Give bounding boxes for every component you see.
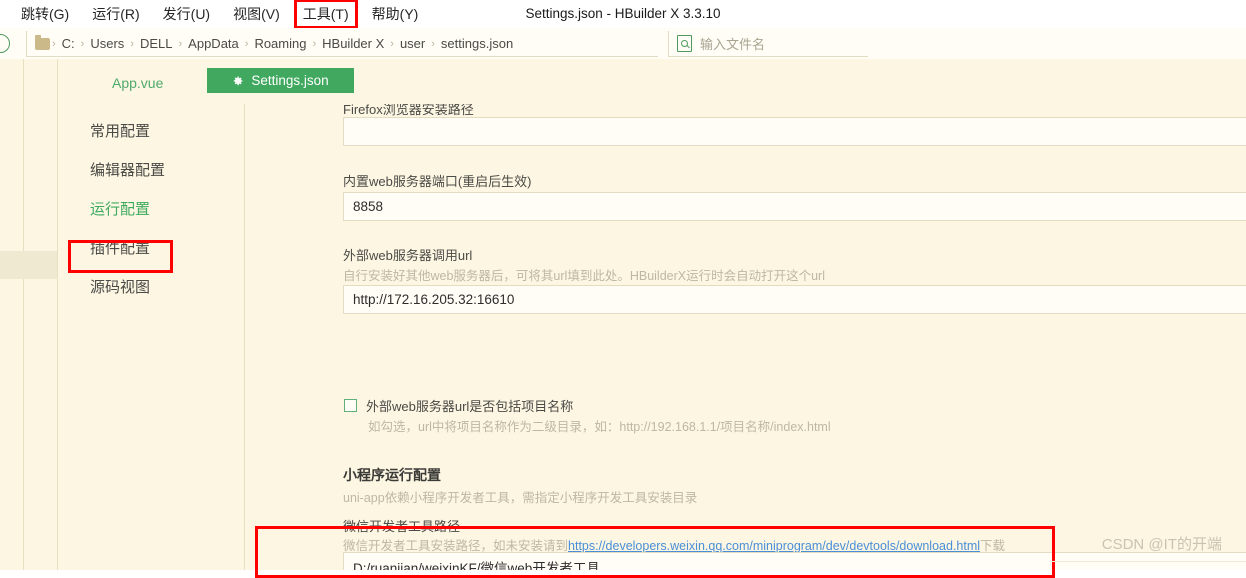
include-project-name-label: 外部web服务器url是否包括项目名称 <box>366 399 574 414</box>
menu-item-goto[interactable]: 跳转(G) <box>14 1 76 27</box>
settings-panel: App.vue Settings.json 常用配置 编辑器配置 运行配置 插件… <box>58 59 1246 570</box>
menu-item-run[interactable]: 运行(R) <box>85 1 146 27</box>
settings-sidebar: 常用配置 编辑器配置 运行配置 插件配置 源码视图 <box>58 104 245 570</box>
watermark-rule <box>1050 561 1246 562</box>
external-url-hint: 自行安装好其他web服务器后，可将其url填到此处。HBuilderX运行时会自… <box>343 269 825 283</box>
menu-item-view[interactable]: 视图(V) <box>226 1 287 27</box>
tab-settings-json-label: Settings.json <box>251 73 329 88</box>
annotation-box-sidebar-run <box>68 240 173 273</box>
menu-item-publish[interactable]: 发行(U) <box>156 1 217 27</box>
watermark: CSDN @IT的开端 <box>1101 536 1222 553</box>
firefox-path-input[interactable] <box>343 117 1246 146</box>
breadcrumb-item-hbuilderx[interactable]: HBuilder X <box>316 36 390 51</box>
sidebar-item-common[interactable]: 常用配置 <box>90 120 150 141</box>
menu-item-tools[interactable]: 工具(T) <box>293 0 358 29</box>
menu-item-help[interactable]: 帮助(Y) <box>365 1 426 27</box>
workspace: App.vue Settings.json 常用配置 编辑器配置 运行配置 插件… <box>0 59 1246 578</box>
breadcrumb-bar: › C: › Users › DELL › AppData › Roaming … <box>0 28 1246 59</box>
firefox-path-label: Firefox浏览器安装路径 <box>343 104 474 117</box>
miniprogram-section-title: 小程序运行配置 <box>343 467 441 483</box>
tab-settings-json[interactable]: Settings.json <box>207 68 354 93</box>
include-project-name-hint: 如勾选，url中将项目名称作为二级目录，如：http://192.168.1.1… <box>368 420 831 434</box>
breadcrumb-item-settingsjson[interactable]: settings.json <box>435 36 519 51</box>
tab-app-vue[interactable]: App.vue <box>102 70 173 96</box>
gear-icon <box>232 75 244 87</box>
file-search-input[interactable]: 输入文件名 <box>700 34 765 53</box>
editor-tab-strip: App.vue Settings.json <box>58 59 1246 104</box>
breadcrumb-item-roaming[interactable]: Roaming <box>248 36 312 51</box>
external-url-label: 外部web服务器调用url <box>343 248 473 263</box>
breadcrumb-item-appdata[interactable]: AppData <box>182 36 245 51</box>
breadcrumb-item-dell[interactable]: DELL <box>134 36 179 51</box>
menu-bar: 跳转(G) 运行(R) 发行(U) 视图(V) 工具(T) 帮助(Y) <box>0 0 1246 29</box>
breadcrumb: › C: › Users › DELL › AppData › Roaming … <box>26 31 658 57</box>
external-url-input[interactable]: http://172.16.205.32:16610 <box>343 285 1246 314</box>
left-strip-selection[interactable] <box>0 251 57 279</box>
breadcrumb-item-users[interactable]: Users <box>84 36 130 51</box>
file-search-box[interactable]: 输入文件名 <box>668 31 868 57</box>
miniprogram-section-hint: uni-app依赖小程序开发者工具，需指定小程序开发工具安装目录 <box>343 491 698 505</box>
folder-icon[interactable] <box>35 34 50 50</box>
home-circle-icon[interactable] <box>0 34 10 53</box>
sidebar-item-editor[interactable]: 编辑器配置 <box>90 159 165 180</box>
include-project-name-row[interactable]: 外部web服务器url是否包括项目名称 <box>344 396 573 415</box>
breadcrumb-item-user[interactable]: user <box>394 36 431 51</box>
builtin-port-input[interactable]: 8858 <box>343 192 1246 221</box>
sidebar-item-run[interactable]: 运行配置 <box>90 198 150 219</box>
breadcrumb-item-c[interactable]: C: <box>56 36 81 51</box>
left-activity-strip <box>0 59 24 570</box>
annotation-box-wechat-field <box>255 526 1055 578</box>
sidebar-item-source[interactable]: 源码视图 <box>90 276 150 297</box>
builtin-port-label: 内置web服务器端口(重启后生效) <box>343 174 532 189</box>
include-project-name-checkbox[interactable] <box>344 399 357 412</box>
find-file-icon[interactable] <box>677 35 692 52</box>
settings-content: Firefox浏览器安装路径 内置web服务器端口(重启后生效) 8858 外部… <box>245 104 1246 570</box>
